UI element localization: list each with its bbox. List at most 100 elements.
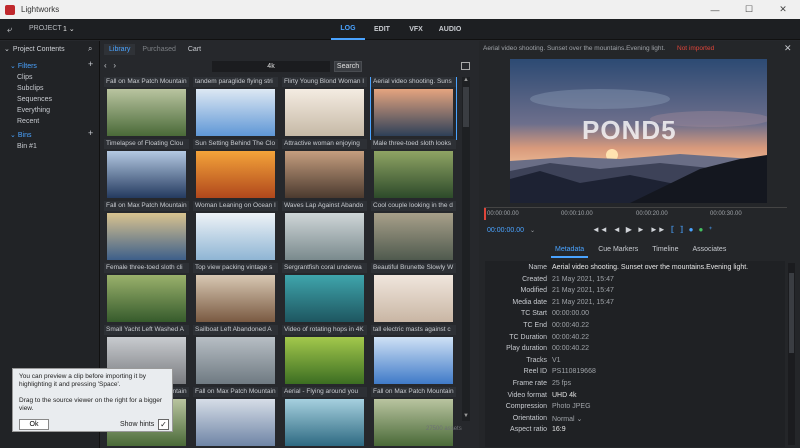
metadata-value[interactable]: Normal ⌄ — [552, 415, 582, 423]
rewind-start-icon[interactable]: ◄◄ — [592, 225, 608, 234]
show-hints-label: Show hints — [120, 421, 155, 428]
sidebar-item-recent[interactable]: Recent — [17, 118, 39, 125]
tab-edit[interactable]: EDIT — [365, 19, 399, 40]
metadata-scrollbar[interactable] — [788, 263, 795, 445]
clip-thumbnail — [196, 89, 275, 136]
tab-library[interactable]: Library — [104, 44, 136, 55]
clip-tile[interactable]: Beautiful Brunette Slowly W — [371, 263, 456, 325]
grid-view-icon[interactable] — [461, 62, 470, 70]
clip-tile[interactable]: Aerial - Flying around you — [282, 387, 367, 447]
video-frame[interactable]: POND5 — [510, 59, 767, 203]
clip-thumbnail — [196, 399, 275, 446]
clip-tile[interactable]: Top view packing vintage s — [193, 263, 278, 325]
options-icon[interactable]: ⁺ — [708, 225, 712, 234]
tab-audio[interactable]: AUDIO — [433, 19, 467, 40]
clip-tile[interactable]: Flirty Young Blond Woman I — [282, 77, 367, 139]
tab-cue-markers[interactable]: Cue Markers — [594, 243, 642, 258]
clip-label: Woman Leaning on Ocean I — [193, 201, 278, 211]
sidebar-item-sequences[interactable]: Sequences — [17, 96, 52, 103]
add-filter-icon[interactable]: + — [88, 59, 93, 69]
clip-tile[interactable]: Sun Setting Behind The Clo — [193, 139, 278, 201]
bins-section[interactable]: ⌄ Bins — [10, 131, 32, 139]
clip-tile[interactable]: Sergrantfish coral underwa — [282, 263, 367, 325]
track-v-icon[interactable]: ● — [689, 225, 694, 234]
step-forward-icon[interactable]: ► — [637, 225, 645, 234]
mark-out-icon[interactable]: ⟧ — [680, 225, 684, 234]
project-contents-header[interactable]: ⌄ Project Contents — [4, 45, 65, 53]
tab-purchased[interactable]: Purchased — [137, 44, 180, 55]
metadata-panel: Name Aerial video shooting. Sunset over t… — [485, 261, 785, 447]
scroll-up-icon[interactable]: ▲ — [462, 77, 470, 85]
clip-tile[interactable]: Cool couple looking in the d — [371, 201, 456, 263]
metadata-scroll-thumb[interactable] — [789, 273, 794, 353]
clip-tile[interactable]: Fall on Max Patch Mountain — [371, 387, 456, 447]
metadata-key: TC End — [523, 322, 547, 329]
step-back-icon[interactable]: ◄ — [613, 225, 621, 234]
clip-tile[interactable]: Fall on Max Patch Mountain — [193, 387, 278, 447]
playhead[interactable] — [484, 208, 486, 220]
forward-arrow-icon[interactable]: › — [113, 61, 116, 70]
clip-tile[interactable]: Aerial video shooting. Suns — [370, 77, 457, 140]
timecode-display[interactable]: 00:00:00.00 — [487, 227, 524, 234]
clip-label: Sailboat Left Abandoned A — [193, 325, 278, 335]
scroll-thumb[interactable] — [463, 87, 469, 127]
search-icon[interactable]: ⌕ — [88, 44, 92, 54]
browser-scrollbar[interactable]: ▲ ▼ — [462, 77, 470, 421]
clip-thumbnail — [107, 275, 186, 322]
tab-log[interactable]: LOG — [331, 19, 365, 40]
back-arrow-icon[interactable]: ‹ — [104, 61, 107, 70]
tab-cart[interactable]: Cart — [183, 44, 206, 55]
clip-tile[interactable]: Fall on Max Patch Mountain — [104, 201, 189, 263]
hint-text-2: Drag to the source viewer on the right f… — [19, 397, 163, 412]
mark-in-icon[interactable]: ⟦ — [671, 225, 675, 234]
clip-tile[interactable]: Woman Leaning on Ocean I — [193, 201, 278, 263]
clip-thumbnail — [107, 151, 186, 198]
filters-label: Filters — [17, 63, 37, 70]
clip-tile[interactable]: Fall on Max Patch Mountain — [104, 77, 189, 139]
metadata-row: Created 21 May 2021, 15:47 — [485, 276, 785, 287]
sidebar-item-clips[interactable]: Clips — [17, 74, 33, 81]
maximize-button[interactable]: ☐ — [732, 0, 766, 19]
clip-label: Male three-toed sloth looks — [371, 139, 456, 149]
tab-associates[interactable]: Associates — [688, 243, 730, 258]
clip-tile[interactable]: Waves Lap Against Abando — [282, 201, 367, 263]
clip-tile[interactable]: Male three-toed sloth looks — [371, 139, 456, 201]
clip-label: Small Yacht Left Washed A — [104, 325, 189, 335]
nav-arrows[interactable]: ‹ › — [104, 61, 116, 70]
sidebar-item-subclips[interactable]: Subclips — [17, 85, 43, 92]
ok-button[interactable]: Ok — [19, 419, 49, 430]
clip-tile[interactable]: tall electric masts against c — [371, 325, 456, 387]
search-button[interactable]: Search — [334, 61, 362, 72]
track-a-icon[interactable]: ● — [698, 225, 703, 234]
close-viewer-icon[interactable]: ✕ — [784, 43, 792, 54]
add-bin-icon[interactable]: + — [88, 128, 93, 138]
sidebar-item-everything[interactable]: Everything — [17, 107, 50, 114]
project-selector[interactable]: 1 ⌄ — [63, 25, 75, 33]
tab-metadata[interactable]: Metadata — [551, 243, 589, 258]
clip-tile[interactable]: tandem paraglide flying stri — [193, 77, 278, 139]
forward-end-icon[interactable]: ►► — [650, 225, 666, 234]
source-viewer: Aerial video shooting. Sunset over the m… — [479, 41, 800, 448]
minimize-button[interactable]: — — [698, 0, 732, 19]
metadata-key: Play duration — [506, 345, 547, 353]
metadata-key: Video format — [507, 391, 547, 399]
timecode-dropdown-icon[interactable]: ⌄ — [530, 227, 535, 234]
sidebar-item-bin-1[interactable]: Bin #1 — [17, 143, 37, 150]
search-input[interactable] — [212, 61, 330, 72]
metadata-value: Aerial video shooting. Sunset over the m… — [552, 264, 749, 271]
close-window-button[interactable]: ✕ — [766, 0, 800, 19]
clip-tile[interactable]: Female three-toed sloth cli — [104, 263, 189, 325]
scroll-down-icon[interactable]: ▼ — [462, 413, 470, 421]
show-hints-checkbox[interactable]: ✓ — [158, 419, 169, 430]
exit-project-icon[interactable]: ⤶ — [7, 24, 12, 35]
clip-tile[interactable]: Video of rotating hops in 4K — [282, 325, 367, 387]
tab-vfx[interactable]: VFX — [399, 19, 433, 40]
timeline-ruler[interactable]: 00:00:00.00 00:00:10.00 00:00:20.00 00:0… — [484, 207, 787, 221]
clip-tile[interactable]: Timelapse of Floating Clou — [104, 139, 189, 201]
metadata-row: Compression Photo JPEG — [485, 403, 785, 414]
play-icon[interactable]: ▶ — [626, 225, 632, 234]
clip-tile[interactable]: Attractive woman enjoying — [282, 139, 367, 201]
filters-section[interactable]: ⌄ Filters — [10, 62, 37, 70]
tab-timeline[interactable]: Timeline — [648, 243, 682, 258]
clip-tile[interactable]: Sailboat Left Abandoned A — [193, 325, 278, 387]
